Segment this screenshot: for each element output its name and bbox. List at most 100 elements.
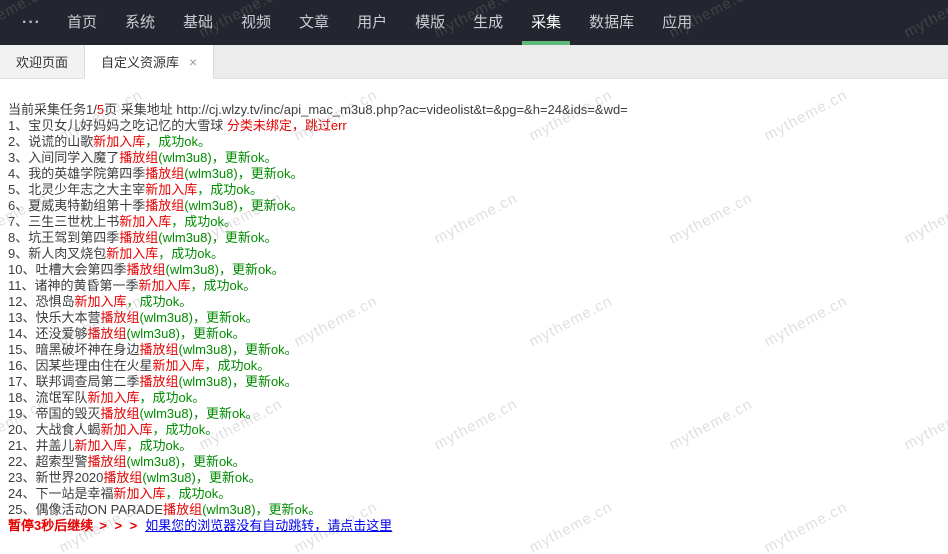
top-navbar: ··· 首页系统基础视频文章用户模版生成采集数据库应用	[0, 0, 948, 45]
log-item-action: 播放组	[145, 198, 184, 213]
redirect-line: 暂停3秒后继续> > >如果您的浏览器没有自动跳转，请点击这里	[8, 518, 940, 534]
nav-item-10[interactable]: 数据库	[575, 0, 648, 45]
nav-item-4[interactable]: 视频	[227, 0, 285, 45]
log-item: 13、快乐大本营播放组(wlm3u8)，更新ok。	[8, 310, 940, 326]
log-item: 22、超索型警播放组(wlm3u8)，更新ok。	[8, 454, 940, 470]
log-item-action: 新加入库	[113, 486, 165, 501]
tab-close-icon[interactable]: ×	[189, 55, 197, 69]
log-item-result: (wlm3u8)，更新ok。	[184, 166, 303, 181]
log-item-action: 播放组	[103, 470, 142, 485]
nav-item-6[interactable]: 用户	[343, 0, 401, 45]
log-item: 16、因某些理由住在火星新加入库，成功ok。	[8, 358, 940, 374]
log-item-number: 10、	[8, 262, 35, 277]
log-item: 20、大战食人蝎新加入库，成功ok。	[8, 422, 940, 438]
log-item: 12、恐惧岛新加入库，成功ok。	[8, 294, 940, 310]
log-item: 1、宝贝女儿好妈妈之吃记忆的大雪球 分类未绑定，跳过err	[8, 118, 940, 134]
log-item-result: (wlm3u8)，更新ok。	[142, 470, 261, 485]
log-item-result: (wlm3u8)，更新ok。	[140, 310, 259, 325]
log-item-number: 12、	[8, 294, 35, 309]
log-item: 8、坑王驾到第四季播放组(wlm3u8)，更新ok。	[8, 230, 940, 246]
log-item-number: 3、	[8, 150, 28, 165]
log-item-result: (wlm3u8)，更新ok。	[127, 326, 246, 341]
log-item-title: 联邦调查局第二季	[35, 374, 139, 389]
log-item-number: 17、	[8, 374, 35, 389]
nav-item-3[interactable]: 基础	[169, 0, 227, 45]
log-item-title: 我的英雄学院第四季	[28, 166, 145, 181]
log-item-number: 1、	[8, 118, 28, 133]
nav-item-9[interactable]: 采集	[517, 0, 575, 45]
log-item-title: 暗黑破坏神在身边	[35, 342, 139, 357]
tab-label: 自定义资源库	[101, 52, 179, 71]
log-item-result: ，成功ok。	[127, 438, 193, 453]
log-item-title: 吐槽大会第四季	[35, 262, 126, 277]
tab-1[interactable]: 欢迎页面	[0, 45, 85, 78]
nav-item-1[interactable]: 首页	[53, 0, 111, 45]
log-item-action: 新加入库	[100, 422, 152, 437]
log-item-title: 新世界2020	[35, 470, 103, 485]
log-item-title: 入间同学入魔了	[28, 150, 119, 165]
nav-item-8[interactable]: 生成	[459, 0, 517, 45]
log-item-number: 7、	[8, 214, 28, 229]
log-item-title: 偶像活动ON PARADE	[35, 502, 163, 517]
log-item-title: 因某些理由住在火星	[35, 358, 152, 373]
collect-addr-label: 采集地址	[121, 102, 177, 117]
app-window: ··· 首页系统基础视频文章用户模版生成采集数据库应用 欢迎页面自定义资源库× …	[0, 0, 948, 554]
nav-item-2[interactable]: 系统	[111, 0, 169, 45]
collect-log-list: 1、宝贝女儿好妈妈之吃记忆的大雪球 分类未绑定，跳过err2、说谎的山歌新加入库…	[8, 118, 940, 518]
log-item: 19、帝国的毁灭播放组(wlm3u8)，更新ok。	[8, 406, 940, 422]
log-item: 7、三生三世枕上书新加入库，成功ok。	[8, 214, 940, 230]
log-item-result: ，成功ok。	[153, 422, 219, 437]
log-item-title: 超索型警	[35, 454, 87, 469]
log-item-result: ，成功ok。	[166, 486, 232, 501]
log-item-result: (wlm3u8)，更新ok。	[158, 230, 277, 245]
nav-item-7[interactable]: 模版	[401, 0, 459, 45]
tab-list: 欢迎页面 自定义资源库 ×	[0, 45, 214, 78]
log-item-action: 新加入库	[145, 182, 197, 197]
log-item-title: 说谎的山歌	[28, 134, 93, 149]
log-item-number: 15、	[8, 342, 35, 357]
manual-redirect-link[interactable]: 如果您的浏览器没有自动跳转，请点击这里	[145, 518, 392, 533]
log-item-number: 2、	[8, 134, 28, 149]
log-item-number: 6、	[8, 198, 28, 213]
log-item: 23、新世界2020播放组(wlm3u8)，更新ok。	[8, 470, 940, 486]
log-item-number: 16、	[8, 358, 35, 373]
log-item-title: 快乐大本营	[35, 310, 100, 325]
nav-item-11[interactable]: 应用	[648, 0, 706, 45]
pause-countdown-text: 暂停3秒后继续	[8, 518, 93, 533]
log-item-number: 22、	[8, 454, 35, 469]
collect-url: http://cj.wlzy.tv/inc/api_mac_m3u8.php?a…	[176, 102, 627, 117]
log-item-action: 新加入库	[74, 438, 126, 453]
log-item-number: 20、	[8, 422, 35, 437]
tab-label: 欢迎页面	[16, 52, 68, 71]
task-page-unit: 页	[104, 102, 121, 117]
log-item-title: 坑王驾到第四季	[28, 230, 119, 245]
log-item-title: 流氓军队	[35, 390, 87, 405]
log-item-result: ，成功ok。	[145, 134, 211, 149]
nav-item-5[interactable]: 文章	[285, 0, 343, 45]
log-item-action: 新加入库	[152, 358, 204, 373]
log-item-number: 18、	[8, 390, 35, 405]
log-item-number: 14、	[8, 326, 35, 341]
log-item-title: 井盖儿	[35, 438, 74, 453]
log-item-result: (wlm3u8)，更新ok。	[166, 262, 285, 277]
log-item-result: ，成功ok。	[158, 246, 224, 261]
log-item-result: (wlm3u8)，更新ok。	[184, 198, 303, 213]
log-item-number: 19、	[8, 406, 35, 421]
log-item-action: 新加入库	[119, 214, 171, 229]
log-item-title: 大战食人蝎	[35, 422, 100, 437]
log-item-result: (wlm3u8)，更新ok。	[179, 342, 298, 357]
more-menu-icon[interactable]: ···	[0, 0, 53, 45]
log-item: 14、还没爱够播放组(wlm3u8)，更新ok。	[8, 326, 940, 342]
tab-2[interactable]: 自定义资源库 ×	[85, 45, 214, 79]
log-item-action: 播放组	[119, 230, 158, 245]
log-item-action: 播放组	[87, 326, 126, 341]
log-item-result: ，成功ok。	[127, 294, 193, 309]
log-item-number: 25、	[8, 502, 35, 517]
log-item-number: 13、	[8, 310, 35, 325]
log-item-result: (wlm3u8)，更新ok。	[158, 150, 277, 165]
log-item-title: 夏威夷特勤组第十季	[28, 198, 145, 213]
log-item: 6、夏威夷特勤组第十季播放组(wlm3u8)，更新ok。	[8, 198, 940, 214]
log-item-action: 播放组	[100, 406, 139, 421]
log-item-action: 播放组	[87, 454, 126, 469]
log-item-number: 21、	[8, 438, 35, 453]
